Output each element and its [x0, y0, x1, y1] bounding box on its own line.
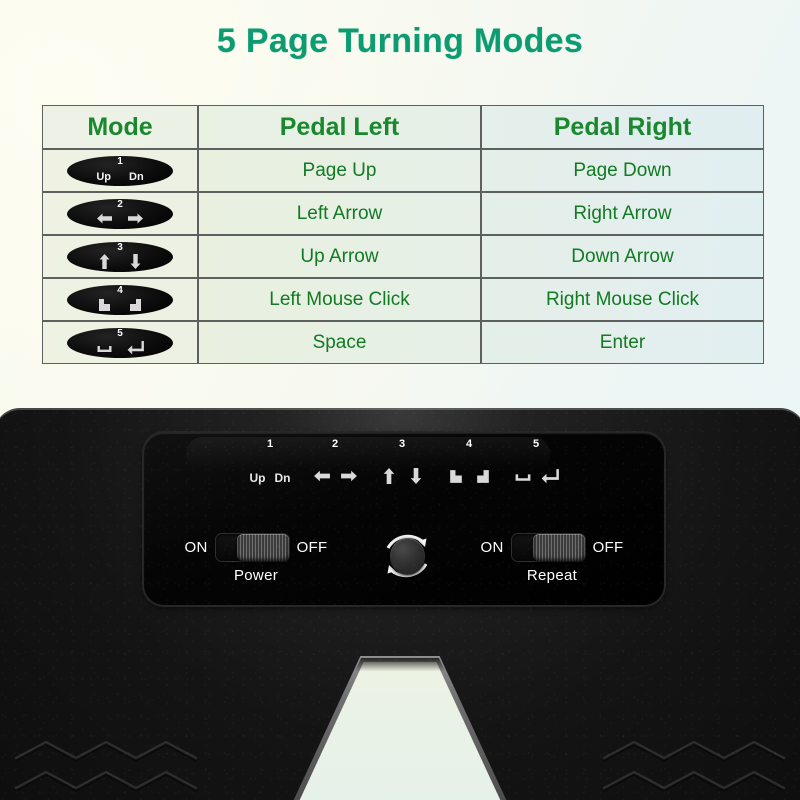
mode-pill-labels: Up Dn [67, 171, 173, 183]
mode-number-1: 1 [117, 155, 123, 167]
page-turning-modes-table: Mode Pedal Left Pedal Right 1 Up Dn Page Up… [42, 105, 764, 364]
pedal-right-cell: Right Mouse Click [481, 278, 764, 321]
table-row: 3 Up Arrow Down Arrow [42, 235, 764, 278]
arrow-right-icon [128, 213, 143, 223]
table-row: 4 Left Mouse Click Right Mouse Click [42, 278, 764, 321]
mouse-left-click-icon [99, 298, 110, 311]
panel-page-down-icon: Dn [274, 471, 291, 485]
arrow-up-icon [383, 468, 394, 484]
pedal-left-cell: Space [198, 321, 481, 364]
mode-icon-cell-1: 1 Up Dn [42, 149, 198, 192]
mode-icon-cell-3: 3 [42, 235, 198, 278]
mode-pill-glyphs [67, 251, 173, 270]
arrow-left-icon [97, 213, 112, 223]
table-row: 5 Space Enter [42, 321, 764, 364]
panel-mode-legend: 1 Up Dn 2 3 4 5 [144, 438, 664, 485]
panel-legend-group-3: 3 [380, 438, 425, 485]
panel-legend-group-2: 2 [313, 438, 358, 485]
panel-legend-number-4: 4 [465, 438, 473, 450]
pedal-left-cell: Page Up [198, 149, 481, 192]
column-header-mode: Mode [42, 105, 198, 149]
mode-icon-cell-5: 5 [42, 321, 198, 364]
infographic-page: 5 Page Turning Modes Mode Pedal Left Ped… [0, 0, 800, 800]
pedal-right-cell: Right Arrow [481, 192, 764, 235]
zigzag-texture-left [14, 740, 198, 792]
page-title: 5 Page Turning Modes [216, 22, 584, 60]
mouse-right-click-icon [476, 470, 489, 483]
table-row: 1 Up Dn Page Up Page Down [42, 149, 764, 192]
zigzag-texture-right [602, 740, 786, 792]
mode-pill-5: 5 [67, 327, 173, 358]
panel-legend-group-5: 5 [514, 438, 559, 485]
mode-pill-1: 1 Up Dn [67, 155, 173, 186]
power-switch[interactable] [214, 533, 290, 562]
column-header-pedal-right: Pedal Right [481, 105, 764, 149]
page-down-icon: Dn [129, 170, 144, 183]
device-body: 1 Up Dn 2 3 4 5 ON OFF Power ON OFF Repe… [0, 408, 800, 800]
mode-cycle-button[interactable] [376, 525, 438, 587]
mode-icon-cell-4: 4 [42, 278, 198, 321]
panel-legend-group-1: 1 Up Dn [249, 438, 291, 485]
panel-legend-number-5: 5 [532, 438, 540, 450]
mode-pill-glyphs [67, 337, 173, 356]
panel-legend-group-4: 4 [447, 438, 492, 485]
mouse-right-click-icon [130, 298, 141, 311]
page-up-icon: Up [96, 170, 111, 183]
panel-page-up-icon: Up [249, 471, 266, 485]
mode-icon-cell-2: 2 [42, 192, 198, 235]
pedal-left-cell: Left Mouse Click [198, 278, 481, 321]
mode-pill-glyphs [67, 208, 173, 227]
panel-legend-number-1: 1 [266, 438, 274, 450]
arrow-up-icon [99, 253, 110, 269]
pedal-right-cell: Page Down [481, 149, 764, 192]
mouse-left-click-icon [449, 470, 462, 483]
space-bar-icon [515, 474, 530, 481]
repeat-switch-block: ON OFF Repeat [452, 533, 652, 584]
column-header-pedal-left: Pedal Left [198, 105, 481, 149]
power-switch-row: ON OFF [184, 533, 327, 562]
pedal-left-cell: Left Arrow [198, 192, 481, 235]
arrow-right-icon [340, 470, 357, 482]
repeat-switch-row: ON OFF [480, 533, 623, 562]
pedal-right-cell: Down Arrow [481, 235, 764, 278]
space-bar-icon [97, 345, 112, 352]
table-row: 2 Left Arrow Right Arrow [42, 192, 764, 235]
power-off-label: OFF [296, 539, 328, 556]
table-header-row: Mode Pedal Left Pedal Right [42, 105, 764, 149]
repeat-switch-name: Repeat [526, 567, 578, 584]
mode-pill-4: 4 [67, 284, 173, 315]
pedal-left-cell: Up Arrow [198, 235, 481, 278]
mode-pill-3: 3 [67, 241, 173, 272]
panel-legend-number-3: 3 [398, 438, 406, 450]
table-body: 1 Up Dn Page Up Page Down 2 Left Arrow Right Ar… [42, 149, 764, 364]
enter-key-icon [541, 469, 559, 484]
arrow-down-icon [410, 468, 421, 484]
mode-pill-2: 2 [67, 198, 173, 229]
repeat-on-label: ON [480, 539, 504, 556]
enter-key-icon [127, 340, 144, 354]
repeat-switch[interactable] [510, 533, 586, 562]
power-switch-knob[interactable] [236, 534, 289, 561]
arrow-left-icon [313, 470, 330, 482]
cycle-button-knob[interactable] [390, 538, 425, 575]
power-switch-name: Power [233, 567, 279, 584]
arrow-down-icon [130, 253, 141, 269]
repeat-off-label: OFF [592, 539, 624, 556]
panel-legend-number-2: 2 [331, 438, 339, 450]
mode-pill-glyphs [67, 294, 173, 313]
power-on-label: ON [184, 539, 208, 556]
foot-pedal-device: 1 Up Dn 2 3 4 5 ON OFF Power ON OFF Repe… [0, 408, 800, 800]
pedal-center-notch [290, 656, 510, 800]
pedal-right-cell: Enter [481, 321, 764, 364]
control-panel: 1 Up Dn 2 3 4 5 ON OFF Power ON OFF Repe… [144, 433, 664, 605]
power-switch-block: ON OFF Power [156, 533, 356, 584]
repeat-switch-knob[interactable] [532, 534, 585, 561]
